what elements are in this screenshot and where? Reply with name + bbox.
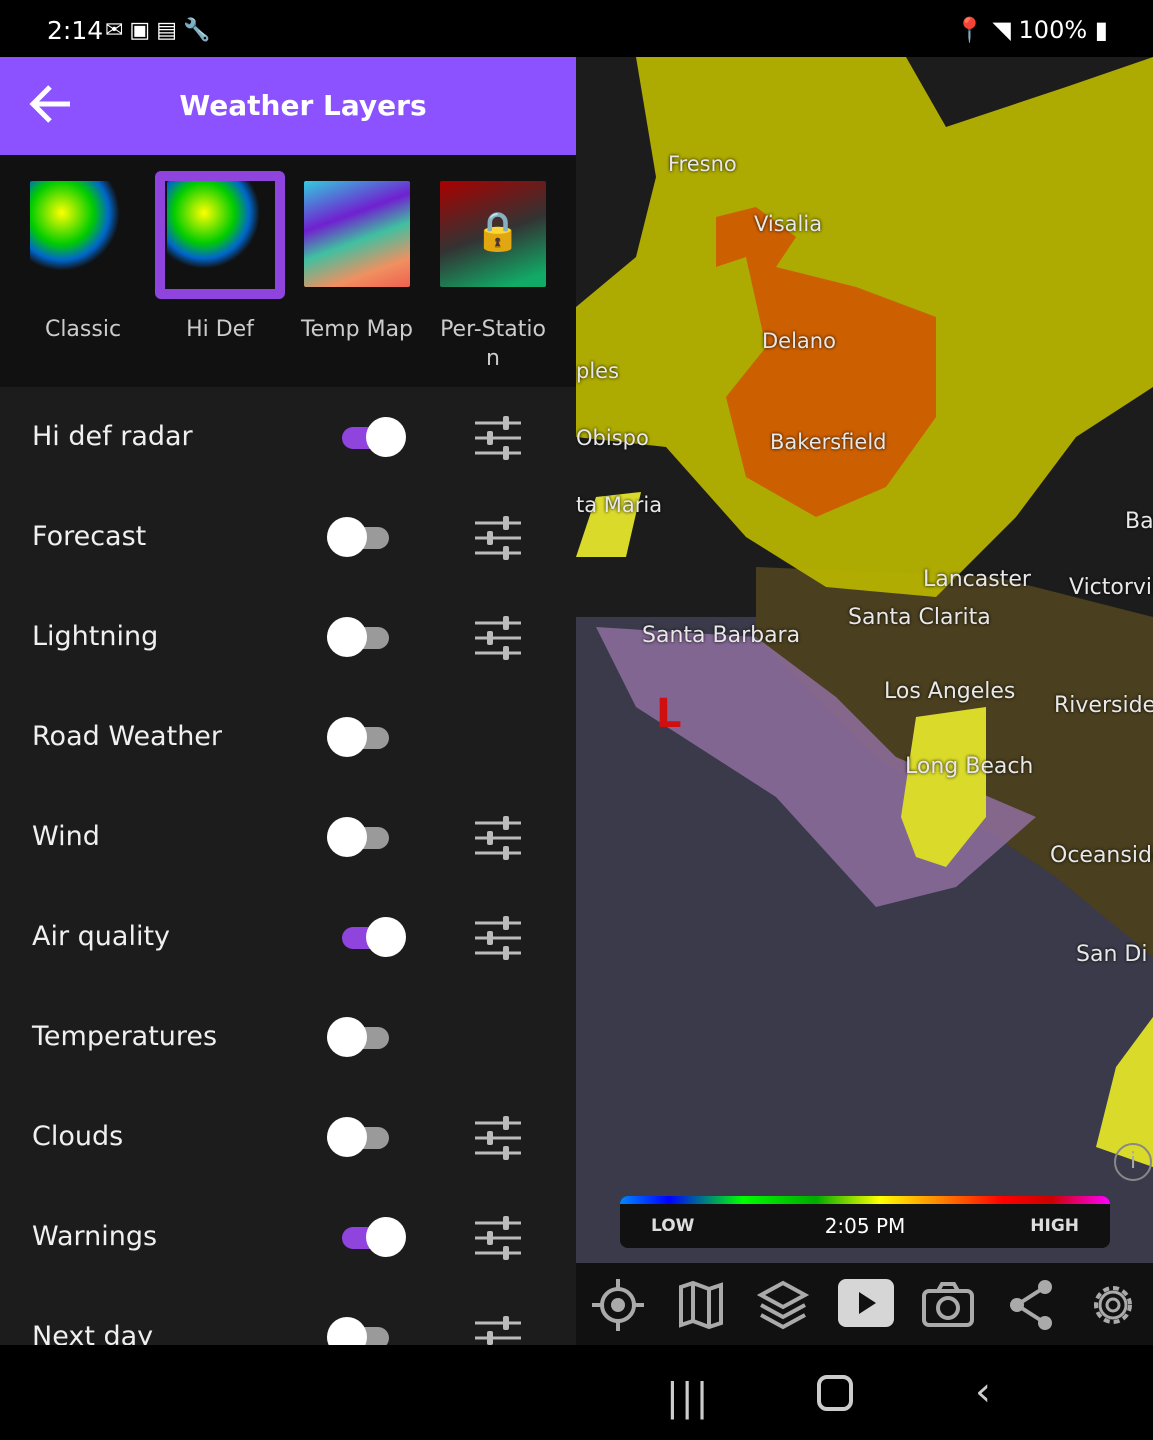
layer-name: Road Weather	[32, 721, 223, 752]
city-label: Bakersfield	[770, 430, 887, 454]
sliders-icon[interactable]	[473, 1313, 523, 1345]
layer-name: Wind	[32, 821, 100, 852]
layer-row: Road Weather	[0, 687, 576, 787]
city-label: Obispo	[576, 426, 649, 450]
layer-toggle[interactable]	[327, 617, 391, 657]
sliders-icon[interactable]	[473, 413, 523, 463]
city-label: ples	[576, 359, 620, 383]
layers-panel: Weather Layers Classic Hi Def Temp Map 🔒 Per…	[0, 57, 576, 1345]
app-header: Weather Layers	[0, 57, 576, 155]
style-thumbnail: 🔒	[440, 181, 546, 287]
style-thumbnail	[167, 181, 273, 287]
low-pressure-marker: L	[656, 691, 682, 737]
sliders-icon[interactable]	[473, 813, 523, 863]
navigation-bar: ||| ‹	[0, 1345, 1153, 1440]
city-label: Visalia	[754, 212, 823, 236]
layer-row: Hi def radar	[0, 387, 576, 487]
color-scale	[620, 1196, 1110, 1204]
city-label: Los Angeles	[884, 679, 1016, 704]
lock-icon: 🔒	[474, 209, 522, 253]
city-label: Victorvill	[1069, 575, 1153, 600]
legend-high: HIGH	[1030, 1216, 1079, 1236]
city-label: Bar	[1125, 509, 1153, 534]
city-label: Long Beach	[905, 754, 1034, 779]
sliders-icon[interactable]	[473, 613, 523, 663]
layer-toggle[interactable]	[327, 717, 391, 757]
weather-map[interactable]: L Fresno Visalia Delano Bakersfield ples Obis…	[576, 57, 1153, 1263]
share-icon[interactable]	[1003, 1279, 1059, 1331]
city-label: Riverside	[1054, 693, 1153, 718]
back-nav-icon[interactable]: ‹	[975, 1369, 991, 1415]
page-title: Weather Layers	[179, 89, 427, 122]
system-icons: 📍 ◥ 100% ▮	[954, 16, 1108, 44]
home-icon[interactable]	[817, 1375, 853, 1411]
city-label: Oceanside	[1050, 843, 1153, 868]
layer-row: Next day	[0, 1287, 576, 1345]
city-label: Santa Barbara	[642, 623, 801, 648]
layer-toggle[interactable]	[327, 1117, 391, 1157]
layer-toggle[interactable]	[327, 517, 391, 557]
layer-row: Clouds	[0, 1087, 576, 1187]
layer-name: Warnings	[32, 1221, 158, 1252]
layer-list: Hi def radar Forecast Lightning Road Wea…	[0, 387, 576, 1345]
layer-row: Forecast	[0, 487, 576, 587]
style-option[interactable]: Classic	[18, 171, 148, 344]
style-label: Classic	[44, 317, 122, 342]
recent-apps-icon[interactable]: |||	[666, 1375, 710, 1419]
layer-toggle[interactable]	[342, 417, 406, 457]
layer-row: Temperatures	[0, 987, 576, 1087]
city-label: Santa Clarita	[848, 605, 991, 630]
notification-icons: ✉▣▤🔧	[105, 18, 217, 43]
layer-row: Lightning	[0, 587, 576, 687]
battery-level: 100%	[1018, 16, 1088, 44]
layer-toggle[interactable]	[327, 1317, 391, 1345]
style-thumbnail	[304, 181, 410, 287]
layer-name: Air quality	[32, 921, 171, 952]
style-option[interactable]: Temp Map	[292, 171, 422, 344]
play-icon[interactable]	[837, 1279, 894, 1331]
layer-row: Warnings	[0, 1187, 576, 1287]
layer-toggle[interactable]	[342, 917, 406, 957]
locate-icon[interactable]	[590, 1279, 646, 1331]
style-option[interactable]: 🔒 Per-Station	[428, 171, 558, 373]
city-label: Lancaster	[923, 567, 1031, 592]
clock: 2:14	[47, 16, 104, 45]
city-label: ta Maria	[576, 493, 663, 517]
layer-name: Lightning	[32, 621, 159, 652]
sliders-icon[interactable]	[473, 1113, 523, 1163]
radar-style-picker: Classic Hi Def Temp Map 🔒 Per-Station	[0, 155, 576, 387]
layer-name: Clouds	[32, 1121, 124, 1152]
sliders-icon[interactable]	[473, 513, 523, 563]
layer-toggle[interactable]	[342, 1217, 406, 1257]
layer-name: Temperatures	[32, 1021, 218, 1052]
style-thumbnail	[30, 181, 136, 287]
city-label: Delano	[762, 329, 836, 353]
info-icon[interactable]: i	[1114, 1143, 1152, 1181]
style-option[interactable]: Hi Def	[155, 171, 285, 344]
layer-name: Next day	[32, 1321, 154, 1345]
sliders-icon[interactable]	[473, 1213, 523, 1263]
layer-toggle[interactable]	[327, 817, 391, 857]
layer-row: Air quality	[0, 887, 576, 987]
layer-name: Forecast	[32, 521, 147, 552]
layers-icon[interactable]	[755, 1279, 811, 1331]
layer-name: Hi def radar	[32, 421, 193, 452]
map-icon[interactable]	[673, 1279, 729, 1331]
radar-legend: LOW 2:05 PM HIGH	[620, 1196, 1110, 1248]
sliders-icon[interactable]	[473, 913, 523, 963]
map-toolbar	[576, 1263, 1153, 1345]
status-bar: 2:14 ✉▣▤🔧 📍 ◥ 100% ▮	[0, 0, 1153, 57]
city-label: Fresno	[668, 152, 737, 176]
layer-row: Wind	[0, 787, 576, 887]
settings-icon[interactable]	[1085, 1279, 1141, 1331]
layer-toggle[interactable]	[327, 1017, 391, 1057]
style-label: Temp Map	[300, 317, 414, 342]
map-shapes: L	[576, 57, 1153, 1167]
camera-icon[interactable]	[920, 1279, 976, 1331]
style-label: Per-Station	[440, 317, 546, 371]
city-label: San Di	[1076, 942, 1148, 967]
style-label: Hi Def	[186, 317, 254, 342]
